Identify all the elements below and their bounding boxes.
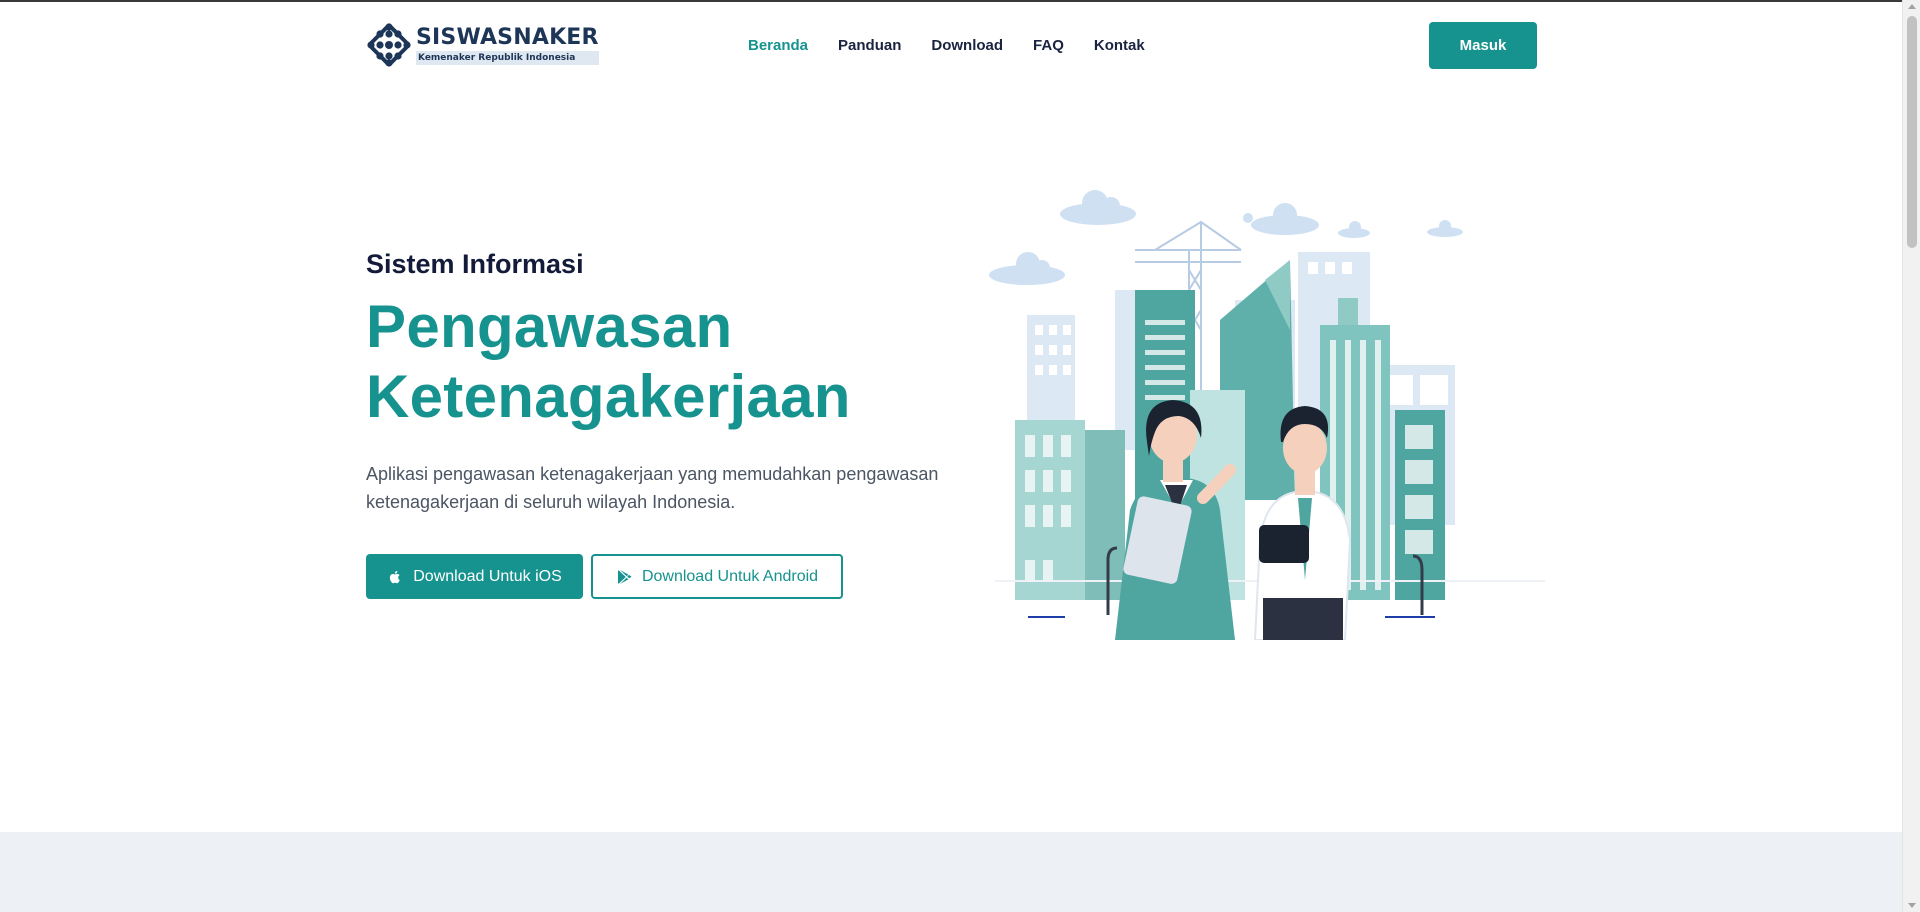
hero-description: Aplikasi pengawasan ketenagakerjaan yang…: [366, 464, 939, 512]
nav-beranda[interactable]: Beranda: [748, 36, 808, 56]
next-section-band: [0, 832, 1902, 912]
download-buttons: Download Untuk iOS Download Untuk Androi…: [366, 554, 966, 599]
site-logo[interactable]: SISWASNAKER Kemenaker Republik Indonesia: [366, 22, 599, 68]
apple-icon: [390, 570, 400, 583]
city-business-people-illustration: [989, 190, 1545, 640]
scroll-up-arrow-icon[interactable]: [1908, 4, 1916, 9]
scroll-down-arrow-icon[interactable]: [1908, 903, 1916, 908]
hero-headline: Pengawasan Ketenagakerjaan: [366, 292, 966, 432]
hero-headline-line2: Ketenagakerjaan: [366, 363, 851, 430]
download-ios-label: Download Untuk iOS: [413, 567, 562, 585]
nav-panduan[interactable]: Panduan: [838, 36, 901, 56]
site-header: SISWASNAKER Kemenaker Republik Indonesia…: [0, 2, 1902, 88]
nav-faq[interactable]: FAQ: [1033, 36, 1064, 56]
download-ios-button[interactable]: Download Untuk iOS: [366, 554, 583, 599]
logo-subtitle: Kemenaker Republik Indonesia: [416, 51, 599, 65]
hero-kicker: Sistem Informasi: [366, 249, 584, 279]
main-nav: Beranda Panduan Download FAQ Kontak: [748, 36, 1175, 56]
hero-headline-line1: Pengawasan: [366, 293, 733, 360]
download-android-label: Download Untuk Android: [641, 567, 819, 585]
nav-download[interactable]: Download: [931, 36, 1003, 56]
login-button[interactable]: Masuk: [1429, 22, 1537, 69]
ministry-logo-icon: [367, 23, 411, 67]
scrollbar-thumb[interactable]: [1907, 16, 1917, 248]
hero-section: Sistem Informasi Pengawasan Ketenagakerj…: [366, 246, 966, 599]
page-scrollbar[interactable]: [1902, 0, 1920, 912]
cloud-shapes: [989, 190, 1463, 285]
download-android-button[interactable]: Download Untuk Android: [591, 554, 843, 599]
nav-kontak[interactable]: Kontak: [1094, 36, 1145, 56]
play-store-icon: [617, 569, 632, 584]
logo-wordmark: SISWASNAKER Kemenaker Republik Indonesia: [416, 25, 599, 65]
logo-title: SISWASNAKER: [416, 25, 599, 50]
